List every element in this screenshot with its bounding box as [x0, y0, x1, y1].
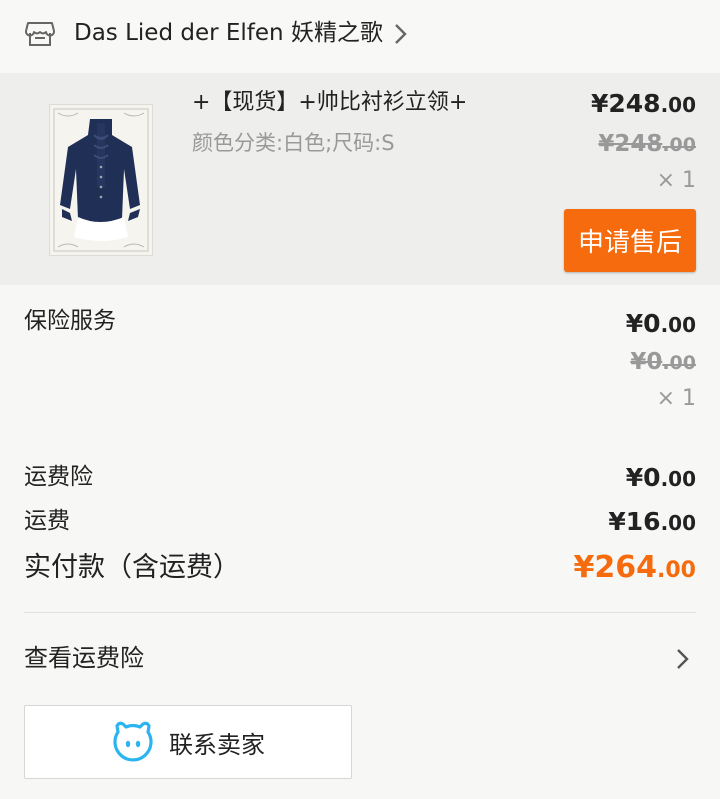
contact-seller-button[interactable]: 联系卖家 [24, 705, 352, 779]
total-paid-amount: ¥264.00 [573, 550, 696, 585]
chevron-right-icon [677, 649, 689, 669]
view-shipping-insurance-label: 查看运费险 [24, 644, 144, 672]
shipping-fee-amount: ¥16.00 [608, 507, 696, 536]
product-variant: 颜色分类:白色;尺码:S [192, 131, 395, 155]
total-paid-label: 实付款（含运费） [24, 552, 240, 583]
insurance-original-price: ¥0.00 [630, 349, 696, 375]
product-thumbnail[interactable] [49, 104, 153, 256]
chat-bubble-icon [113, 721, 153, 762]
view-shipping-insurance-row[interactable]: 查看运费险 [0, 628, 720, 690]
insurance-quantity: × 1 [656, 386, 696, 411]
product-image [50, 105, 152, 255]
shop-icon [25, 22, 55, 46]
shipping-insurance-amount: ¥0.00 [625, 463, 696, 492]
product-price: ¥248.00 [590, 89, 696, 118]
chevron-right-icon [395, 24, 407, 44]
shipping-insurance-label: 运费险 [24, 464, 93, 490]
product-original-price: ¥248.00 [598, 131, 696, 157]
insurance-price: ¥0.00 [625, 309, 696, 338]
contact-seller-label: 联系卖家 [169, 731, 265, 759]
apply-after-sale-button[interactable]: 申请售后 [564, 209, 696, 272]
insurance-service-label: 保险服务 [24, 308, 116, 334]
shop-name: Das Lied der Elfen 妖精之歌 [74, 20, 383, 46]
shipping-fee-label: 运费 [24, 508, 70, 534]
product-title[interactable]: +【现货】+帅比衬衫立领+ [192, 88, 467, 118]
product-quantity: × 1 [656, 168, 696, 193]
shop-header[interactable]: Das Lied der Elfen 妖精之歌 [0, 0, 720, 72]
divider [24, 612, 696, 613]
